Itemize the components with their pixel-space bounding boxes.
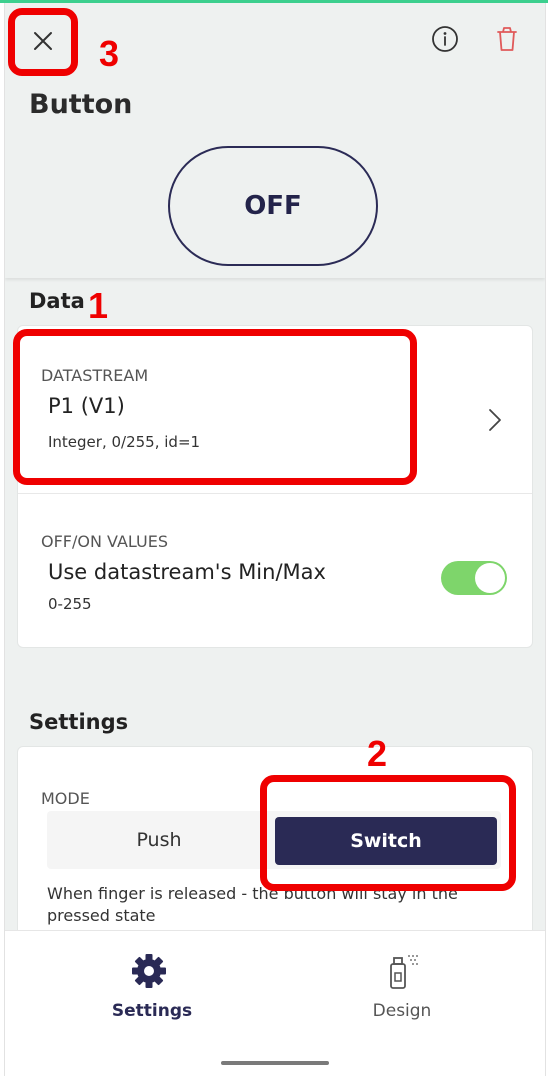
bottom-navigation: Settings Design — [5, 930, 545, 1076]
page-title: Button — [29, 89, 133, 120]
annotation-box-datastream — [13, 329, 417, 485]
widget-settings-panel: Button OFF Data DATASTREAM P1 (V1) Integ… — [4, 3, 546, 1076]
widget-preview-header: Button OFF — [5, 3, 545, 278]
button-widget-preview[interactable]: OFF — [168, 146, 378, 266]
annotation-box-close — [8, 8, 78, 76]
trash-icon — [497, 27, 517, 51]
nav-label-design: Design — [372, 1001, 432, 1021]
settings-section-title: Settings — [29, 710, 129, 734]
card-divider — [18, 493, 532, 494]
delete-button[interactable] — [493, 25, 521, 53]
nav-tab-settings[interactable]: Settings — [5, 931, 275, 1041]
use-min-max-toggle[interactable] — [441, 561, 507, 595]
annotation-number-1: 1 — [88, 285, 109, 326]
home-indicator[interactable] — [221, 1061, 329, 1065]
annotation-number-2: 2 — [367, 733, 388, 774]
info-button[interactable] — [431, 25, 459, 53]
toggle-knob — [475, 563, 505, 593]
gear-icon — [132, 954, 166, 988]
nav-tab-design[interactable]: Design — [275, 931, 545, 1041]
annotation-number-3: 3 — [99, 33, 120, 74]
offon-values-label: OFF/ON VALUES — [41, 532, 168, 551]
mode-label: MODE — [41, 789, 90, 808]
chevron-right-icon — [489, 409, 501, 431]
annotation-box-switch — [260, 775, 516, 891]
mode-push-option[interactable]: Push — [47, 811, 271, 869]
nav-label-settings: Settings — [111, 1001, 193, 1021]
offon-values-range: 0-255 — [48, 595, 92, 613]
spray-can-icon — [390, 955, 418, 989]
data-section-title: Data — [29, 289, 85, 313]
info-icon — [432, 26, 458, 52]
offon-values-value: Use datastream's Min/Max — [48, 560, 326, 584]
